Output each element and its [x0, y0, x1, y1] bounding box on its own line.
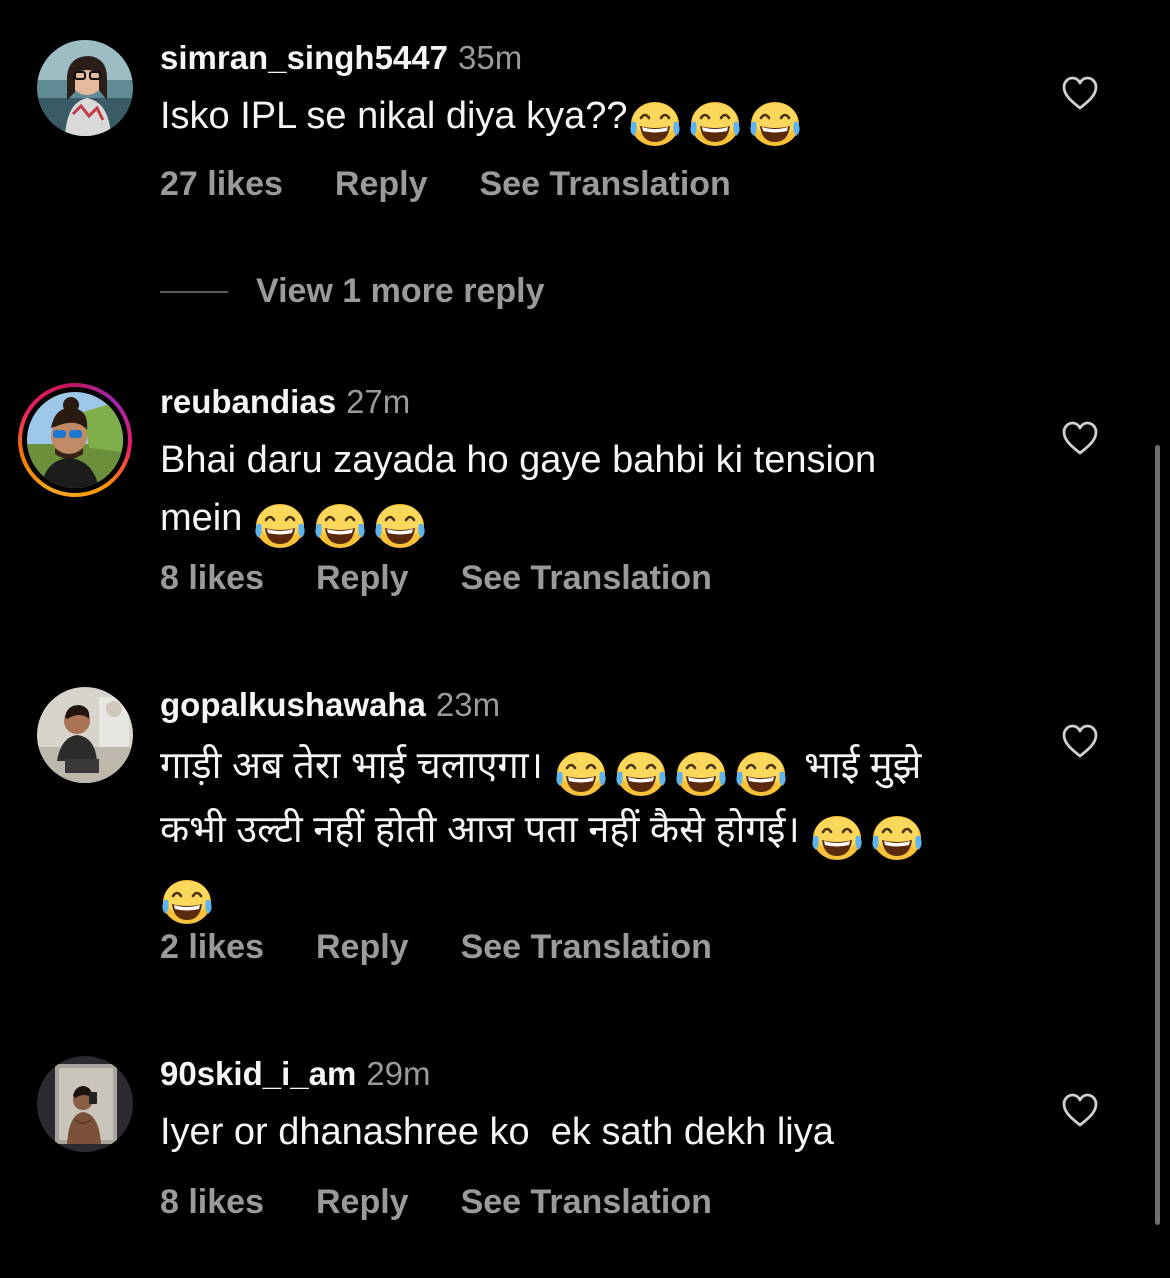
see-translation-button[interactable]: See Translation [461, 1182, 712, 1222]
username[interactable]: 90skid_i_am [160, 1055, 356, 1092]
reply-button[interactable]: Reply [316, 927, 409, 967]
comment-text-body: कभी उल्टी नहीं होती आज पता नहीं कैसे होग… [160, 809, 800, 851]
comment-text-body: Iyer or dhanashree ko ek sath dekh liya [160, 1111, 834, 1153]
comment-header: 90skid_i_am 29m [160, 1054, 431, 1094]
scrollbar[interactable] [1155, 445, 1160, 1225]
face-with-tears-of-joy-emoji [313, 502, 367, 550]
likes-count[interactable]: 27 likes [160, 164, 283, 204]
heart-icon[interactable] [1061, 1092, 1099, 1128]
likes-count[interactable]: 2 likes [160, 927, 264, 967]
comment-text: गाड़ी अब तेरा भाई चलाएगा। भाई मुझे कभी उ… [160, 737, 1020, 929]
face-with-tears-of-joy-emoji [674, 750, 728, 798]
timestamp: 29m [366, 1055, 431, 1092]
face-with-tears-of-joy-emoji [373, 502, 427, 550]
comment-text-line: कभी उल्टी नहीं होती आज पता नहीं कैसे होग… [160, 801, 1020, 865]
emoji-group [253, 495, 433, 553]
comment-text: Iyer or dhanashree ko ek sath dekh liya [160, 1103, 1000, 1161]
face-with-tears-of-joy-emoji [748, 100, 802, 148]
comment-text-body: भाई मुझे [804, 745, 922, 787]
comment-text-line: mein [160, 489, 1000, 553]
reply-button[interactable]: Reply [316, 1182, 409, 1222]
username[interactable]: reubandias [160, 383, 336, 420]
comment-text-line [160, 865, 1020, 929]
comment-actions: 8 likes Reply See Translation [160, 558, 712, 598]
timestamp: 35m [457, 39, 523, 76]
emoji-group [810, 807, 930, 865]
username[interactable]: gopalkushawaha [160, 686, 426, 723]
face-with-tears-of-joy-emoji [160, 878, 214, 926]
comment-actions: 2 likes Reply See Translation [160, 927, 712, 967]
see-translation-button[interactable]: See Translation [479, 164, 730, 204]
view-more-replies-label[interactable]: View 1 more reply [256, 272, 545, 310]
comment-actions: 8 likes Reply See Translation [160, 1182, 712, 1222]
story-ring[interactable] [18, 383, 132, 497]
likes-count[interactable]: 8 likes [160, 558, 264, 598]
heart-icon[interactable] [1061, 723, 1099, 759]
face-with-tears-of-joy-emoji [614, 750, 668, 798]
face-with-tears-of-joy-emoji [688, 100, 742, 148]
heart-icon[interactable] [1061, 75, 1099, 111]
avatar[interactable] [37, 687, 133, 783]
comment-text-body: mein [160, 497, 243, 539]
reply-button[interactable]: Reply [316, 558, 409, 598]
comment-text-body: Isko IPL se nikal diya kya?? [160, 95, 628, 137]
timestamp: 27m [346, 383, 411, 420]
reply-button[interactable]: Reply [335, 164, 428, 204]
heart-icon[interactable] [1061, 420, 1099, 456]
face-with-tears-of-joy-emoji [870, 814, 924, 862]
comment-header: reubandias 27m [160, 382, 410, 422]
avatar[interactable] [37, 1056, 133, 1152]
view-more-replies[interactable]: View 1 more reply [160, 272, 545, 316]
timestamp: 23m [435, 686, 501, 723]
see-translation-button[interactable]: See Translation [461, 927, 712, 967]
face-with-tears-of-joy-emoji [734, 750, 788, 798]
face-with-tears-of-joy-emoji [253, 502, 307, 550]
see-translation-button[interactable]: See Translation [461, 558, 712, 598]
face-with-tears-of-joy-emoji [810, 814, 864, 862]
comment-header: gopalkushawaha 23m [160, 685, 500, 725]
avatar[interactable] [27, 392, 123, 488]
emoji-group [628, 93, 808, 151]
emoji-group [554, 743, 794, 801]
comment-text-line: Bhai daru zayada ho gaye bahbi ki tensio… [160, 439, 877, 481]
face-with-tears-of-joy-emoji [554, 750, 608, 798]
comment-text-body: गाड़ी अब तेरा भाई चलाएगा। [160, 745, 544, 787]
comment-actions: 27 likes Reply See Translation [160, 164, 731, 204]
likes-count[interactable]: 8 likes [160, 1182, 264, 1222]
view-more-divider [160, 290, 228, 293]
comment-text: Isko IPL se nikal diya kya?? [160, 87, 1000, 151]
comment-text-line: गाड़ी अब तेरा भाई चलाएगा। भाई मुझे [160, 737, 1020, 801]
avatar[interactable] [37, 40, 133, 136]
face-with-tears-of-joy-emoji [628, 100, 682, 148]
comment-header: simran_singh5447 35m [160, 38, 522, 78]
comment-text: Bhai daru zayada ho gaye bahbi ki tensio… [160, 431, 1000, 553]
username[interactable]: simran_singh5447 [160, 39, 448, 76]
emoji-group [160, 871, 220, 929]
